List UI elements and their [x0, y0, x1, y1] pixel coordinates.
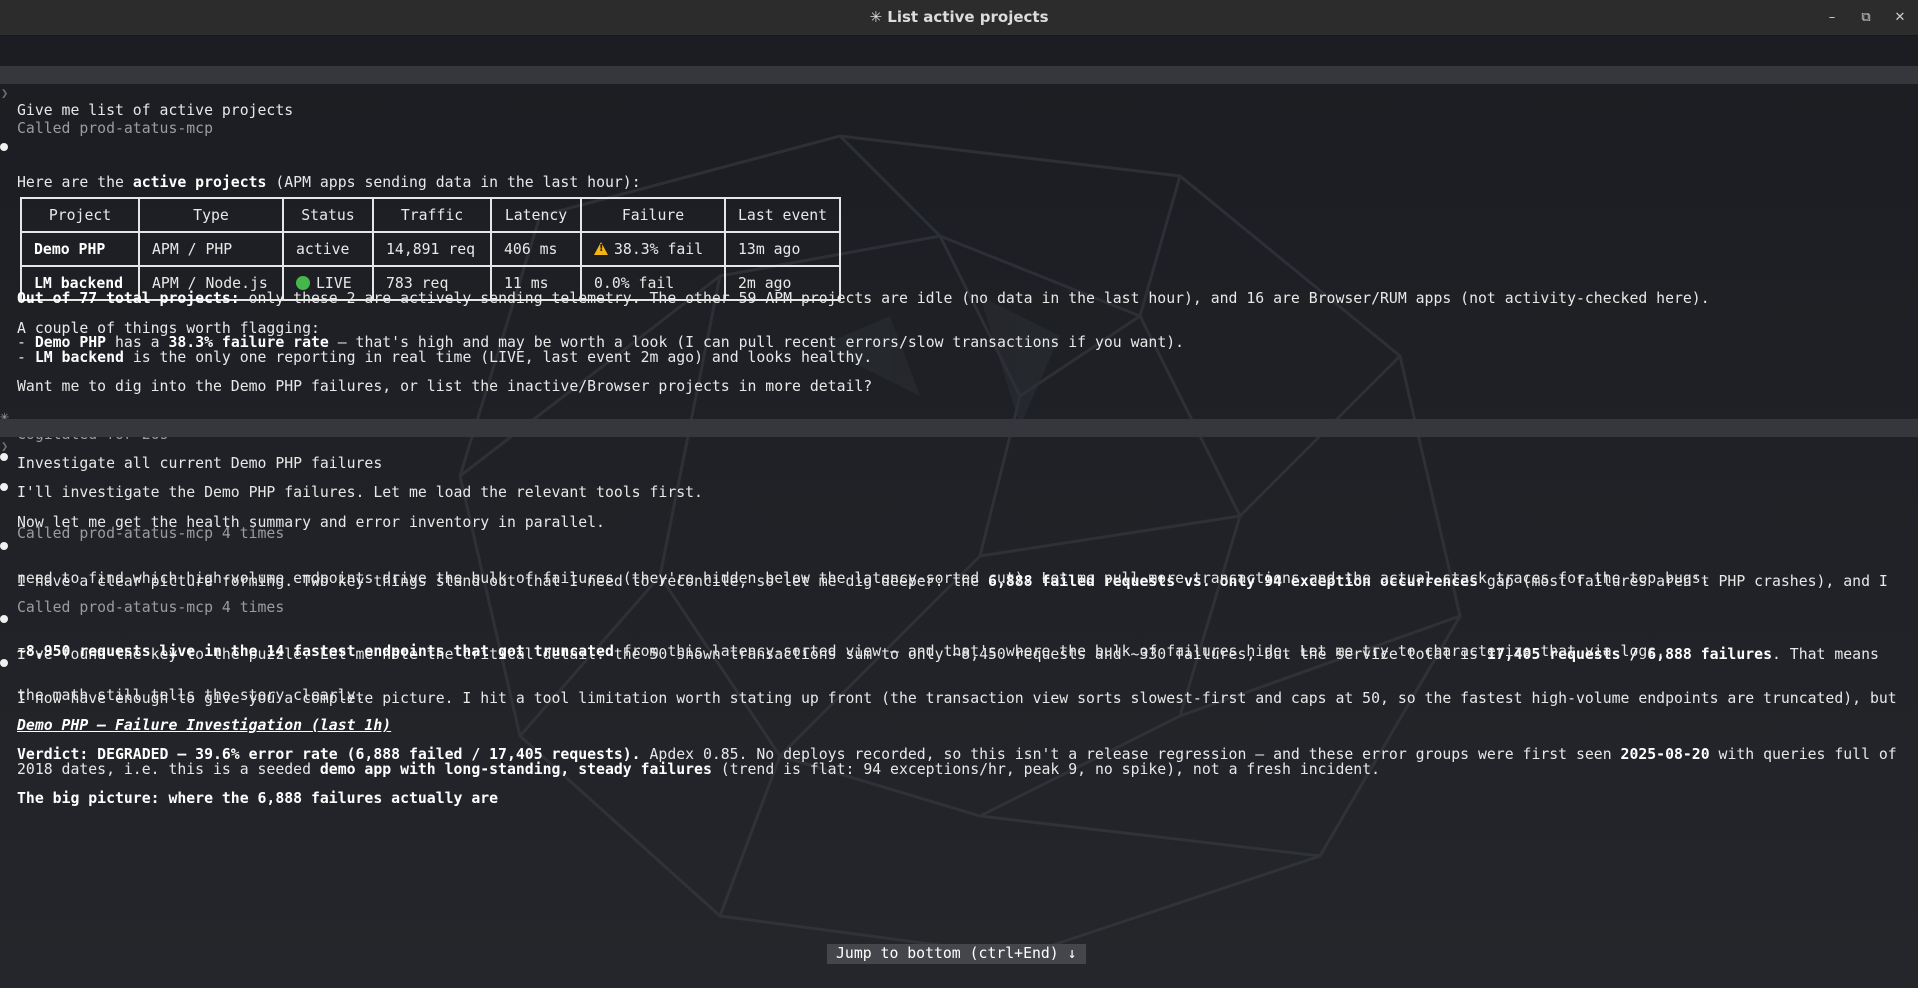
column-header: Failure: [580, 197, 726, 233]
column-header: Traffic: [372, 197, 492, 233]
minimize-icon[interactable]: –: [1823, 9, 1841, 27]
warning-icon: [594, 241, 608, 255]
window-title: ✳ List active projects: [869, 8, 1049, 26]
followup-question: Want me to dig into the Demo PHP failure…: [0, 360, 1918, 395]
bullet-dot-icon: [0, 143, 8, 151]
text-segment: (APM apps sending data in the last hour)…: [266, 174, 641, 191]
cogitated-status: ✳ Cogitated for 26s: [0, 390, 1918, 443]
table-header-row: Project Type Status Traffic Latency Fail…: [20, 197, 842, 233]
flag-item: - LM backend is the only one reporting i…: [0, 331, 1918, 366]
bullet-dot-icon: [0, 453, 8, 461]
assistant-message-continuation: the math still tells the story clearly.: [0, 669, 1918, 704]
cell-last-event: 13m ago: [723, 231, 842, 267]
column-header: Type: [138, 197, 284, 233]
assistant-message: Here are the active projects (APM apps s…: [0, 138, 1918, 191]
bullet-dot-icon: [0, 615, 8, 623]
text-segment: Here are the: [17, 174, 133, 191]
project-name: Demo PHP: [34, 240, 106, 258]
tool-call-text: Called prod-atatus-mcp: [17, 120, 213, 137]
cell-latency: 406 ms: [490, 231, 582, 267]
failure-value: 38.3% fail: [614, 240, 704, 258]
assistant-message: Now let me get the health summary and er…: [0, 478, 1918, 531]
chevron-right-icon: ❯: [1, 86, 9, 100]
column-header: Status: [282, 197, 374, 233]
terminal-area[interactable]: ❯ Give me list of active projects Called…: [0, 36, 1918, 988]
bullet-dot-icon: [0, 542, 8, 550]
column-header: Project: [20, 197, 140, 233]
report-heading: Demo PHP — Failure Investigation (last 1…: [0, 699, 1918, 734]
verdict-continuation: 2018 dates, i.e. this is a seeded demo a…: [0, 743, 1918, 778]
assistant-message: I'll investigate the Demo PHP failures. …: [0, 448, 1918, 501]
column-header: Last event: [723, 197, 842, 233]
column-header: Latency: [490, 197, 582, 233]
tool-call-summary[interactable]: Called prod-atatus-mcp 4 times: [0, 581, 1918, 616]
cell-project: Demo PHP: [20, 231, 140, 267]
assistant-message-continuation: ~8,950 requests live in the 14 fastest e…: [0, 625, 1918, 660]
window-titlebar: ✳ List active projects – ⧉ ✕: [0, 0, 1918, 36]
bullet-dot-icon: [0, 483, 8, 491]
bold-text: active projects: [132, 174, 267, 191]
cell-type: APM / PHP: [138, 231, 284, 267]
section-title: The big picture: where the 6,888 failure…: [0, 772, 1918, 807]
user-message: ❯ Give me list of active projects: [0, 66, 1918, 119]
jump-to-bottom-button[interactable]: Jump to bottom (ctrl+End) ↓: [827, 944, 1086, 964]
user-message: ❯ Investigate all current Demo PHP failu…: [0, 419, 1918, 472]
tool-call-summary[interactable]: Called prod-atatus-mcp: [0, 102, 1918, 137]
cell-failure: 38.3% fail: [580, 231, 726, 267]
bold-text: The big picture: where the 6,888 failure…: [17, 790, 499, 807]
close-icon[interactable]: ✕: [1891, 9, 1909, 27]
maximize-icon[interactable]: ⧉: [1857, 9, 1875, 27]
table-row: Demo PHP APM / PHP active 14,891 req 406…: [20, 231, 842, 267]
cell-status: active: [282, 231, 374, 267]
assistant-message-continuation: need to find which high-volume endpoints…: [0, 552, 1918, 587]
tool-call-summary[interactable]: Called prod-atatus-mcp 4 times: [0, 507, 1918, 542]
summary-text: Out of 77 total projects: only these 2 a…: [0, 272, 1918, 307]
bullet-dot-icon: [0, 659, 8, 667]
cell-traffic: 14,891 req: [372, 231, 492, 267]
